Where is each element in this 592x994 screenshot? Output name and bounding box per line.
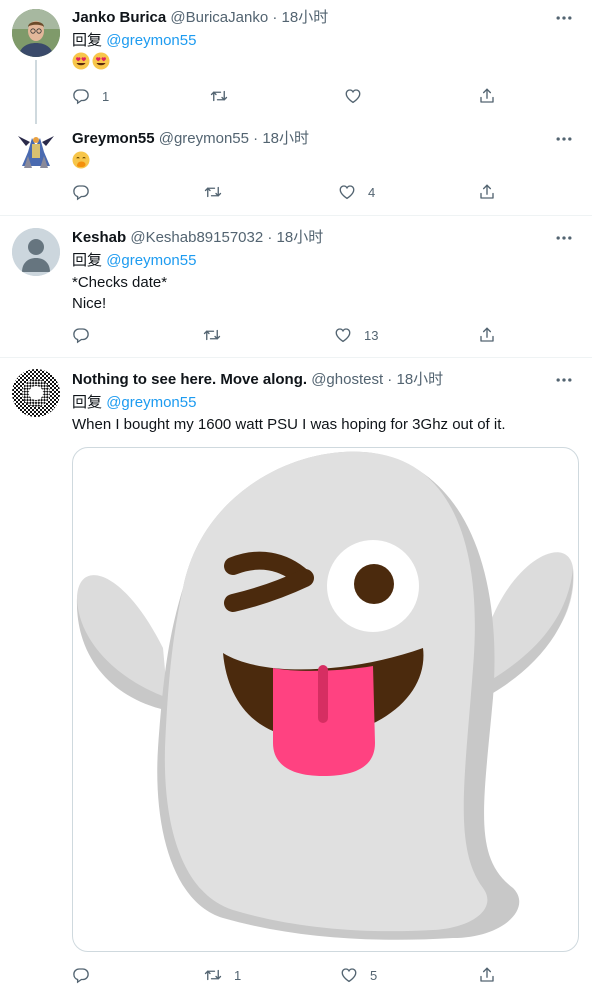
reply-context: 回复 @greymon55 [72, 31, 196, 51]
display-name[interactable]: Janko Burica [72, 9, 166, 26]
tweet-text [72, 151, 90, 172]
face-with-hand-over-mouth-icon [72, 151, 90, 169]
tweet[interactable]: Nothing to see here. Move along. @ghoste… [0, 358, 592, 994]
retweet-icon [210, 87, 228, 105]
tweet-actions: 4 [72, 182, 508, 202]
heart-icon [338, 183, 356, 201]
ghost-icon [76, 451, 574, 940]
reply-label: 回复 [72, 252, 103, 269]
reply-context: 回复 @greymon55 [72, 393, 196, 413]
like-count: 4 [368, 184, 376, 200]
tweet[interactable]: Keshab @Keshab89157032 · 18小时 回复 @greymo… [0, 216, 592, 357]
like-count: 13 [364, 327, 379, 343]
reply-label: 回复 [72, 394, 103, 411]
retweet-icon [203, 326, 221, 344]
avatar[interactable] [12, 126, 60, 174]
reply-icon [72, 87, 90, 105]
share-icon [478, 326, 496, 344]
heart-icon [344, 87, 362, 105]
retweet-count: 1 [234, 967, 242, 983]
timestamp[interactable]: 18小时 [277, 229, 324, 246]
timestamp[interactable]: 18小时 [262, 130, 309, 147]
share-icon [478, 87, 496, 105]
handle[interactable]: @Keshab89157032 [130, 229, 263, 246]
separator: · [383, 371, 397, 388]
retweet-icon [204, 183, 222, 201]
tweet-text-line: Nice! [72, 295, 107, 312]
reply-button[interactable] [72, 182, 90, 202]
tweet-header: Keshab @Keshab89157032 · 18小时 [72, 228, 323, 248]
handle[interactable]: @BuricaJanko [170, 9, 268, 26]
reply-icon [72, 966, 90, 984]
more-icon[interactable] [554, 8, 574, 28]
retweet-button[interactable] [210, 86, 228, 106]
tweet[interactable]: Janko Burica @BuricaJanko · 18小时 回复 @gre… [0, 0, 592, 124]
smiling-face-with-heart-eyes-icon [92, 52, 110, 70]
avatar[interactable] [12, 369, 60, 417]
avatar-image [12, 9, 60, 57]
mention-link[interactable]: @greymon55 [106, 394, 196, 411]
heart-icon [340, 966, 358, 984]
heart-icon [334, 326, 352, 344]
reply-label: 回复 [72, 32, 103, 49]
avatar[interactable] [12, 9, 60, 57]
avatar-image [12, 126, 60, 174]
like-button[interactable]: 13 [334, 325, 378, 345]
default-avatar-icon [12, 228, 60, 276]
share-icon [478, 966, 496, 984]
timestamp[interactable]: 18小时 [282, 9, 329, 26]
tweet-text: When I bought my 1600 watt PSU I was hop… [72, 416, 506, 433]
tweet-text [72, 52, 110, 73]
like-button[interactable]: 5 [340, 965, 377, 985]
display-name[interactable]: Keshab [72, 229, 126, 246]
more-icon[interactable] [554, 129, 574, 149]
mention-link[interactable]: @greymon55 [106, 32, 196, 49]
like-count: 5 [370, 967, 378, 983]
reply-icon [72, 326, 90, 344]
like-button[interactable]: 4 [338, 182, 375, 202]
display-name[interactable]: Nothing to see here. Move along. [72, 371, 307, 388]
share-button[interactable] [478, 86, 496, 106]
retweet-button[interactable] [203, 325, 221, 345]
tweet-header: Nothing to see here. Move along. @ghoste… [72, 370, 443, 390]
smiling-face-with-heart-eyes-icon [72, 52, 90, 70]
retweet-button[interactable] [204, 182, 222, 202]
reply-button[interactable]: 1 [72, 86, 109, 106]
tweet-actions: 13 [72, 325, 508, 345]
handle[interactable]: @ghostest [311, 371, 383, 388]
tweet-media[interactable] [72, 447, 579, 952]
thread-line [35, 60, 37, 124]
tweet-header: Greymon55 @greymon55 · 18小时 [72, 129, 309, 149]
display-name[interactable]: Greymon55 [72, 130, 155, 147]
tweet-actions: 1 5 [72, 965, 508, 985]
reply-context: 回复 @greymon55 [72, 251, 196, 271]
share-icon [478, 183, 496, 201]
share-button[interactable] [478, 182, 496, 202]
reply-count: 1 [102, 88, 110, 104]
tweet-actions: 1 [72, 86, 508, 106]
mention-link[interactable]: @greymon55 [106, 252, 196, 269]
separator: · [249, 130, 263, 147]
reply-button[interactable] [72, 325, 90, 345]
tweet[interactable]: Greymon55 @greymon55 · 18小时 4 [0, 116, 592, 216]
tweet-text-line: *Checks date* [72, 274, 168, 291]
avatar-image [12, 369, 60, 417]
handle[interactable]: @greymon55 [159, 130, 249, 147]
avatar[interactable] [12, 228, 60, 276]
tweet-header: Janko Burica @BuricaJanko · 18小时 [72, 8, 328, 28]
more-icon[interactable] [554, 370, 574, 390]
share-button[interactable] [478, 325, 496, 345]
more-icon[interactable] [554, 228, 574, 248]
reply-icon [72, 183, 90, 201]
tweet-text: *Checks date* Nice! [72, 272, 167, 314]
timestamp[interactable]: 18小时 [396, 371, 443, 388]
reply-button[interactable] [72, 965, 90, 985]
share-button[interactable] [478, 965, 496, 985]
separator: · [268, 9, 282, 26]
like-button[interactable] [344, 86, 362, 106]
separator: · [263, 229, 277, 246]
retweet-button[interactable]: 1 [204, 965, 241, 985]
retweet-icon [204, 966, 222, 984]
